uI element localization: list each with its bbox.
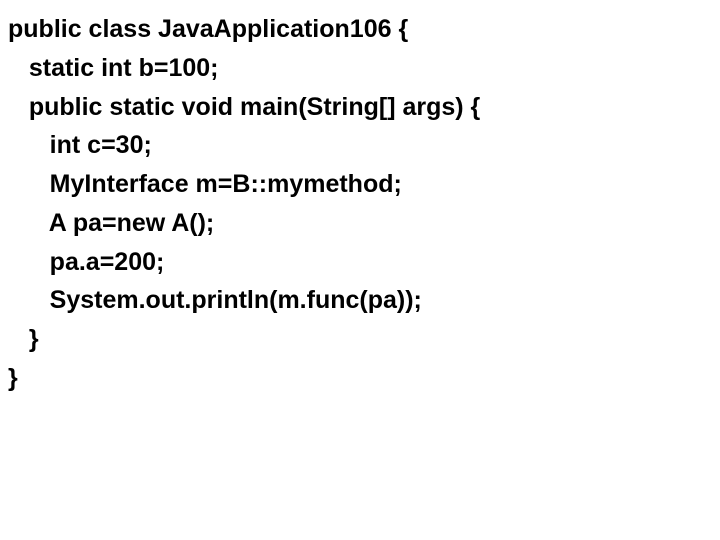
code-block: public class JavaApplication106 { static… (0, 0, 720, 408)
code-line: int c=30; (8, 131, 152, 159)
code-line: A pa=new A(); (8, 209, 214, 237)
code-line: public class JavaApplication106 { (8, 15, 408, 43)
code-line: static int b=100; (8, 54, 219, 82)
code-line: MyInterface m=B::mymethod; (8, 170, 402, 198)
code-line: } (8, 364, 18, 392)
code-line: public static void main(String[] args) { (8, 93, 480, 121)
code-line: System.out.println(m.func(pa)); (8, 286, 422, 314)
code-line: } (8, 325, 39, 353)
code-line: pa.a=200; (8, 248, 164, 276)
